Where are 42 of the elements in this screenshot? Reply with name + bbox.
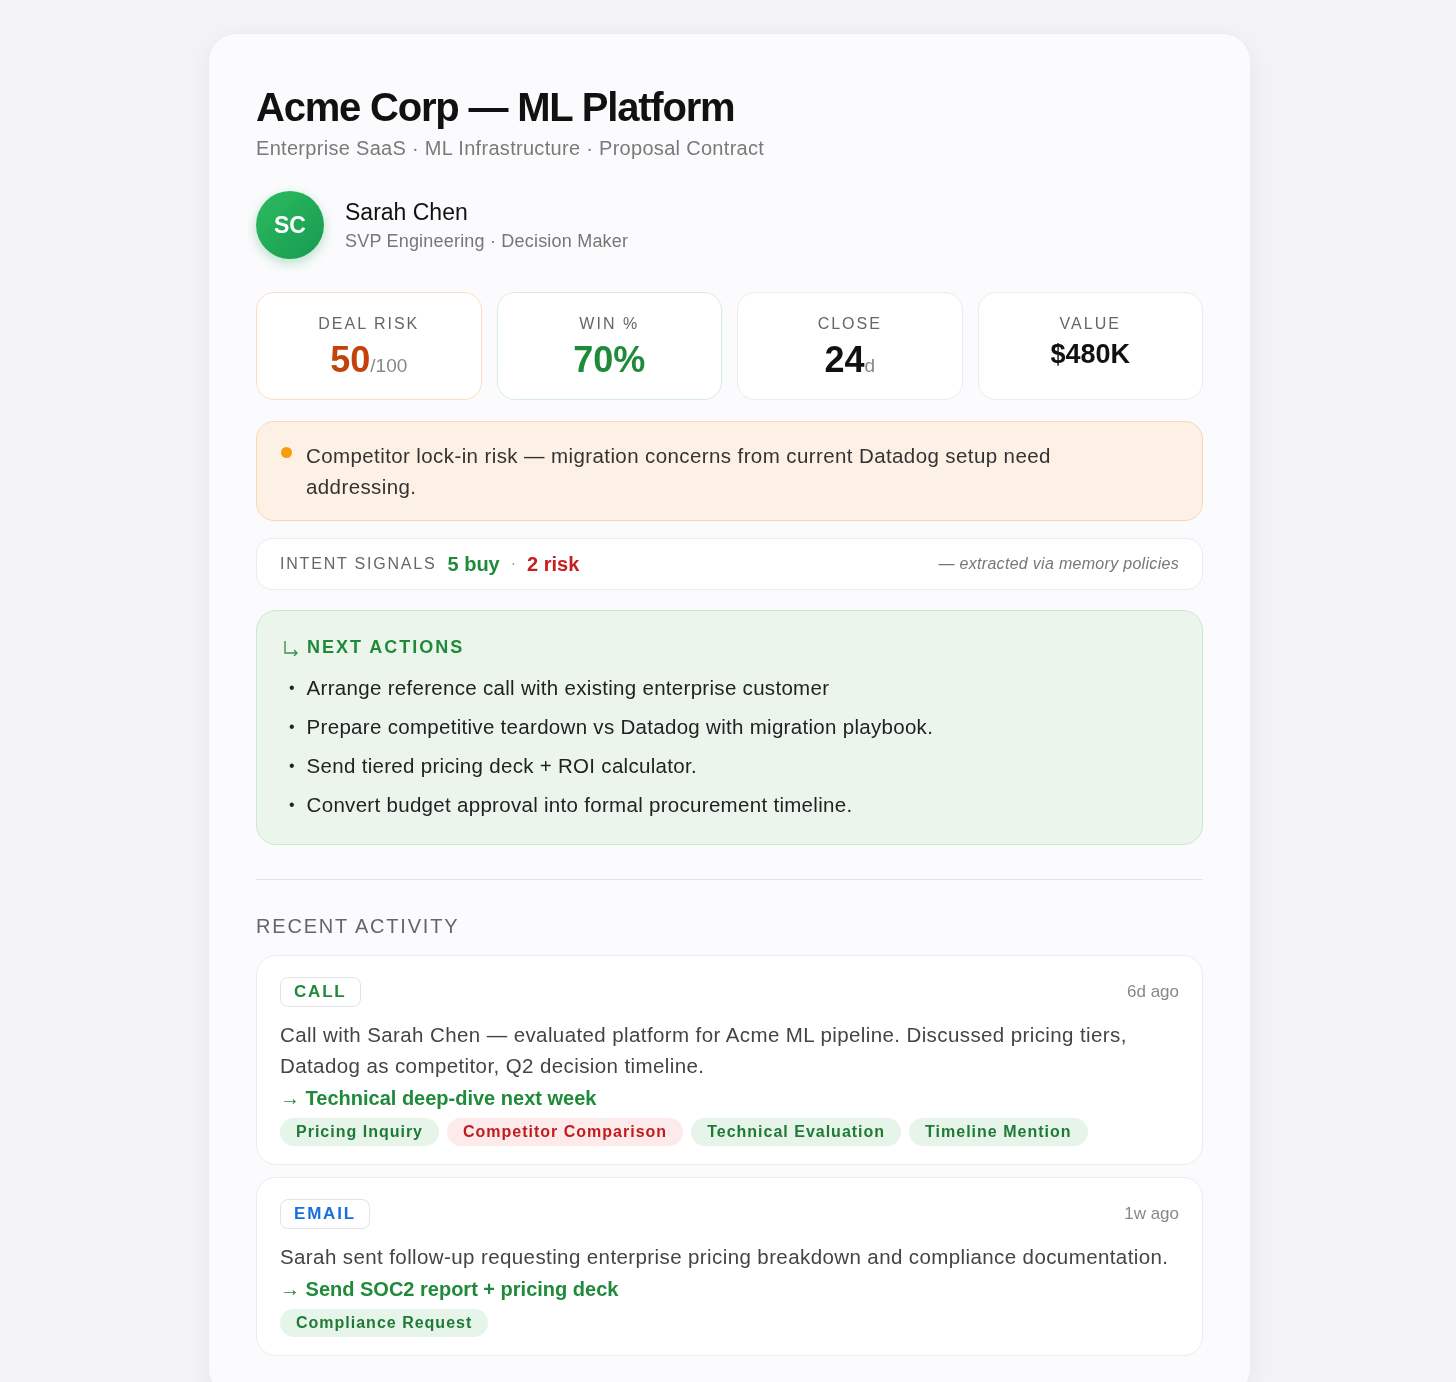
avatar: SC <box>256 191 324 259</box>
tag: Pricing Inquiry <box>280 1118 439 1146</box>
bullet: • <box>289 716 295 737</box>
timestamp: 6d ago <box>1127 982 1179 1002</box>
contact-role: SVP Engineering · Decision Maker <box>345 230 629 252</box>
next-step: → Technical deep-dive next week <box>280 1087 1179 1110</box>
metric-label: WIN % <box>579 315 640 333</box>
tag: Competitor Comparison <box>447 1118 684 1146</box>
page-title: Acme Corp — ML Platform <box>256 84 736 130</box>
activity-type-badge: EMAIL <box>280 1199 370 1229</box>
metric-label: CLOSE <box>817 315 882 333</box>
alert-text: Competitor lock-in risk — migration concerns from current Datadog setup need addressing. <box>306 443 1052 500</box>
metric-value: $480K <box>1050 339 1131 370</box>
buy-count: 5 buy <box>447 552 500 576</box>
action-item: Send tiered pricing deck + ROI calculator. <box>306 752 697 779</box>
action-item: Convert budget approval into formal procurement timeline. <box>306 791 853 818</box>
tag: Compliance Request <box>280 1309 489 1337</box>
activity-text: Sarah sent follow-up requesting enterprise pricing breakdown and compliance documentation. <box>280 1244 1170 1270</box>
timestamp: 1w ago <box>1124 1204 1179 1224</box>
tag: Timeline Mention <box>909 1118 1088 1146</box>
bullet: • <box>289 794 295 815</box>
action-item: Prepare competitive teardown vs Datadog with migration playbook. <box>306 713 934 740</box>
metric-value: 70% <box>573 339 646 381</box>
section-title: NEXT ACTIONS <box>307 637 465 658</box>
section-title: RECENT ACTIVITY <box>256 915 461 938</box>
intent-note: — extracted via memory policies <box>938 555 1179 573</box>
metric-label: VALUE <box>1059 315 1121 333</box>
separator: · <box>510 555 517 573</box>
subtitle: Enterprise SaaS · ML Infrastructure · Proposal Contract <box>256 137 766 160</box>
tag: Technical Evaluation <box>691 1118 902 1146</box>
intent-label: INTENT SIGNALS <box>280 555 437 573</box>
metric-value: 24d <box>824 339 876 381</box>
metric-value: 50/100 <box>330 339 408 381</box>
bullet: • <box>289 755 295 776</box>
contact-name: Sarah Chen <box>345 198 469 226</box>
metric-label: DEAL RISK <box>318 315 420 333</box>
activity-text: Call with Sarah Chen — evaluated platform for Acme ML pipeline. Discussed pricing tiers, Datadog as competitor, Q2 decision timeline. <box>280 1022 1128 1079</box>
activity-type-badge: CALL <box>280 977 361 1007</box>
bullet: • <box>289 677 295 698</box>
next-step: → Send SOC2 report + pricing deck <box>280 1278 1179 1301</box>
risk-count: 2 risk <box>527 552 580 576</box>
action-item: Arrange reference call with existing enterprise customer <box>306 674 830 701</box>
